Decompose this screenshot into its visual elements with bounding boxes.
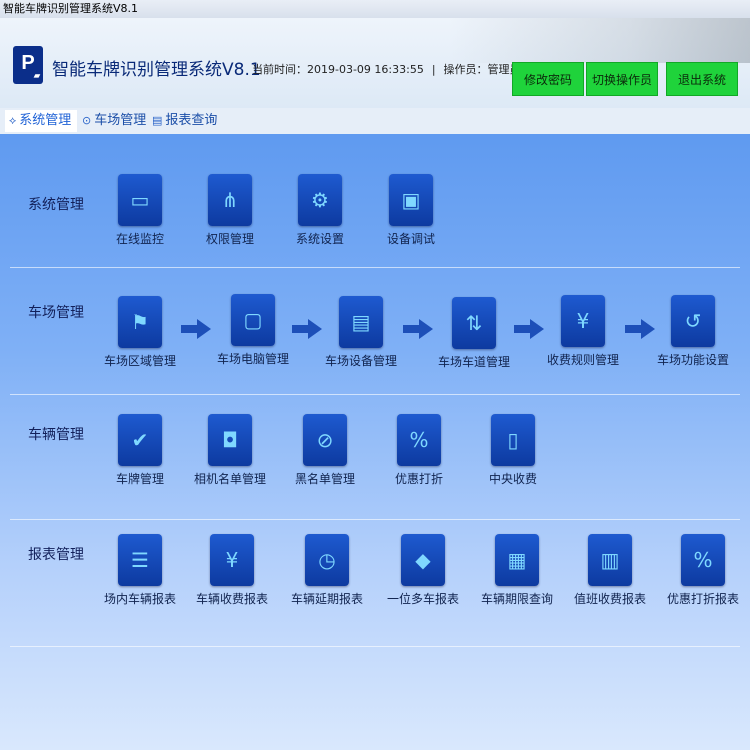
section-divider <box>10 394 740 395</box>
tile-report-discount[interactable]: % 优惠打折报表 <box>660 534 746 614</box>
org-chart-icon: ⋔ <box>208 174 252 226</box>
discount-report-icon: % <box>681 534 725 586</box>
window-titlebar: 智能车牌识别管理系统V8.1 <box>0 0 750 18</box>
tile-report-fees[interactable]: ¥ 车辆收费报表 <box>189 534 275 614</box>
exit-system-button[interactable]: 退出系统 <box>666 62 738 96</box>
section-title-parking: 车场管理 <box>28 305 84 321</box>
gear-icon: ⚙ <box>298 174 342 226</box>
share-icon: ⟡ <box>9 114 17 127</box>
tile-device-debug[interactable]: ▣ 设备调试 <box>368 174 454 254</box>
tile-blacklist[interactable]: ⊘ 黑名单管理 <box>282 414 368 494</box>
parking-icon: ⊙ <box>82 114 92 127</box>
tile-parking-area[interactable]: ⚑ 车场区域管理 <box>97 296 183 376</box>
section-divider <box>10 646 740 647</box>
car-clock-icon: ◷ <box>305 534 349 586</box>
tile-report-in-lot[interactable]: ☰ 场内车辆报表 <box>97 534 183 614</box>
switch-operator-button[interactable]: 切换操作员 <box>586 62 658 96</box>
section-title-vehicle: 车辆管理 <box>28 427 84 443</box>
separator: | <box>431 63 436 76</box>
app-logo: P ▰ <box>13 46 43 84</box>
tile-online-monitor[interactable]: ▭ 在线监控 <box>97 174 183 254</box>
car-calendar-icon: ▦ <box>495 534 539 586</box>
section-divider <box>10 267 740 268</box>
tile-central-payment[interactable]: ▯ 中央收费 <box>470 414 556 494</box>
app-header: P ▰ 智能车牌识别管理系统V8.1 当前时间：2019-03-09 16:33:… <box>0 18 750 108</box>
tile-parking-function[interactable]: ↺ 车场功能设置 <box>650 295 736 375</box>
section-divider <box>10 519 740 520</box>
lane-barrier-icon: ⇅ <box>452 297 496 349</box>
video-camera-icon: ▭ <box>118 174 162 226</box>
tile-plate-management[interactable]: ✔ 车牌管理 <box>97 414 183 494</box>
tile-report-multi-car[interactable]: ◆ 一位多车报表 <box>380 534 466 614</box>
arrow-right-icon <box>181 319 211 339</box>
tile-fee-rules[interactable]: ¥ 收费规则管理 <box>540 295 626 375</box>
section-title-system: 系统管理 <box>28 197 84 213</box>
discount-badge-icon: % <box>397 414 441 466</box>
tile-report-extension[interactable]: ◷ 车辆延期报表 <box>284 534 370 614</box>
app-title: 智能车牌识别管理系统V8.1 <box>52 60 261 80</box>
tile-system-settings[interactable]: ⚙ 系统设置 <box>277 174 363 254</box>
header-decoration <box>450 18 750 63</box>
operator-info: 操作员：管理员 <box>443 63 521 76</box>
tile-report-shift-fees[interactable]: ▥ 值班收费报表 <box>567 534 653 614</box>
shift-report-icon: ▥ <box>588 534 632 586</box>
tile-report-term-query[interactable]: ▦ 车辆期限查询 <box>474 534 560 614</box>
arrow-right-icon <box>403 319 433 339</box>
yen-list-icon: ¥ <box>210 534 254 586</box>
car-icon: ▰ <box>33 71 40 80</box>
menu-bar: ⟡ 系统管理 ⊙ 车场管理 ▤ 报表查询 <box>0 108 750 134</box>
tile-discount[interactable]: % 优惠打折 <box>376 414 462 494</box>
car-list-icon: ☰ <box>118 534 162 586</box>
monitor-icon: ▢ <box>231 294 275 346</box>
tile-permission[interactable]: ⋔ 权限管理 <box>187 174 273 254</box>
yen-card-icon: ¥ <box>561 295 605 347</box>
camera-list-icon: ◘ <box>208 414 252 466</box>
window-gear-icon: ▤ <box>339 296 383 348</box>
tile-camera-list[interactable]: ◘ 相机名单管理 <box>187 414 273 494</box>
flag-icon: ⚑ <box>118 296 162 348</box>
menu-parking[interactable]: ⊙ 车场管理 <box>78 110 152 132</box>
route-gear-icon: ↺ <box>671 295 715 347</box>
tile-parking-computer[interactable]: ▢ 车场电脑管理 <box>210 294 296 374</box>
status-info: 当前时间：2019-03-09 16:33:55 | 操作员：管理员 <box>252 61 521 77</box>
menu-system[interactable]: ⟡ 系统管理 <box>5 110 78 132</box>
current-time: 当前时间：2019-03-09 16:33:55 <box>252 63 424 76</box>
tile-parking-device[interactable]: ▤ 车场设备管理 <box>318 296 404 376</box>
main-panel: 系统管理 ▭ 在线监控 ⋔ 权限管理 ⚙ 系统设置 ▣ 设备调试 车场管理 ⚑ … <box>0 134 750 750</box>
payment-terminal-icon: ▯ <box>491 414 535 466</box>
report-icon: ▤ <box>152 114 163 127</box>
tile-parking-lane[interactable]: ⇅ 车场车道管理 <box>431 297 517 377</box>
blacklist-icon: ⊘ <box>303 414 347 466</box>
car-location-icon: ◆ <box>401 534 445 586</box>
shield-check-icon: ✔ <box>118 414 162 466</box>
change-password-button[interactable]: 修改密码 <box>512 62 584 96</box>
menu-report[interactable]: ▤ 报表查询 <box>148 110 223 132</box>
display-panel-icon: ▣ <box>389 174 433 226</box>
section-title-report: 报表管理 <box>28 547 84 563</box>
